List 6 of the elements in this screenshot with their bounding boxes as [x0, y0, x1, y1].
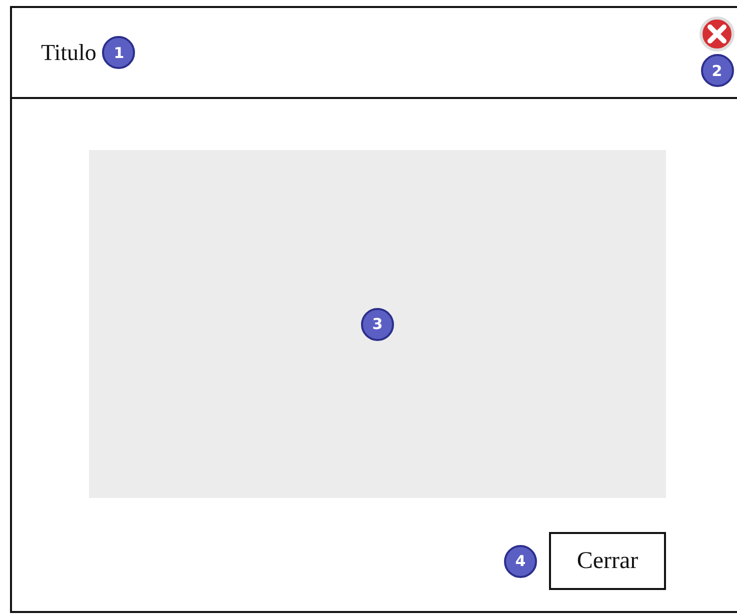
number-badge: 2	[700, 54, 734, 87]
number-badge: 4	[504, 544, 537, 578]
close-button[interactable]: Cerrar	[549, 532, 666, 590]
number-badge: 3	[361, 308, 394, 340]
number-badge: 1	[102, 36, 136, 69]
dialog-title: Titulo	[41, 40, 96, 66]
